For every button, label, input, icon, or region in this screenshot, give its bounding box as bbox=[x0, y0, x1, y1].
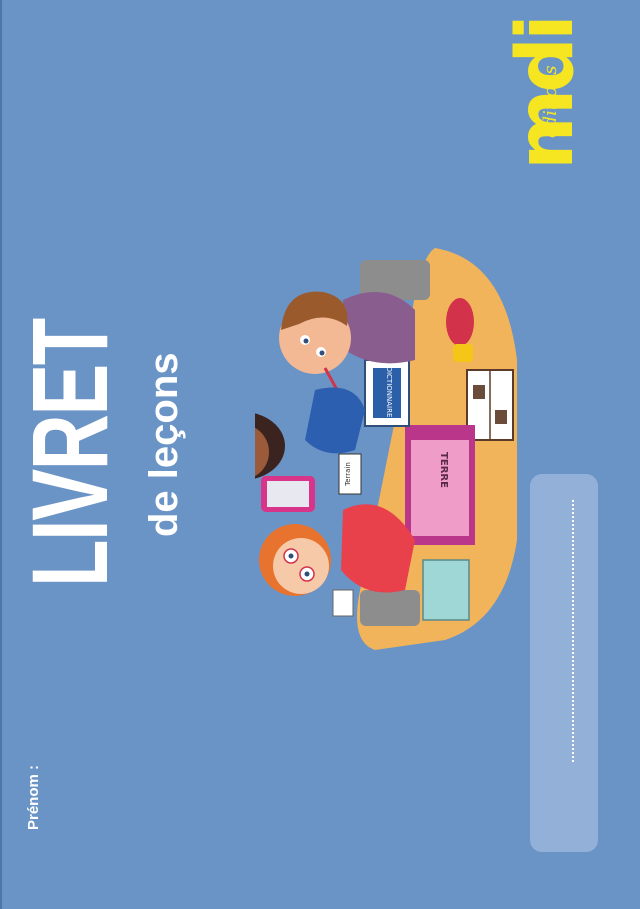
name-label: Prénom : bbox=[25, 764, 42, 830]
poster-word: TERRE bbox=[438, 452, 449, 488]
small-card bbox=[332, 589, 354, 617]
glue-stick bbox=[453, 344, 473, 362]
dictionary: DICTIONNAIRE bbox=[364, 359, 410, 427]
pencil-case bbox=[446, 298, 474, 346]
card-box bbox=[422, 559, 470, 621]
children-studying-illustration: TERRE DICTIONNAIRE Terrain bbox=[255, 248, 517, 650]
chair-bottom bbox=[360, 590, 420, 626]
cover-title: LIVRET de leçons bbox=[9, 319, 186, 587]
held-word-card: Terrain bbox=[338, 453, 362, 495]
dictionary-label: DICTIONNAIRE bbox=[385, 367, 393, 418]
publisher-logo: mdi éditions bbox=[501, 18, 606, 172]
name-input-line[interactable] bbox=[572, 500, 574, 762]
redhead-girl bbox=[259, 504, 415, 596]
name-panel bbox=[530, 474, 598, 852]
title-sub: de leçons bbox=[142, 352, 186, 537]
word-poster: TERRE bbox=[405, 425, 475, 545]
title-main: LIVRET bbox=[9, 319, 130, 587]
middle-girl-figure bbox=[255, 413, 285, 479]
held-card-word: Terrain bbox=[344, 462, 352, 487]
logo-prefix-text: éditions bbox=[540, 65, 561, 138]
page-edge bbox=[0, 0, 2, 909]
tablet bbox=[261, 476, 315, 512]
